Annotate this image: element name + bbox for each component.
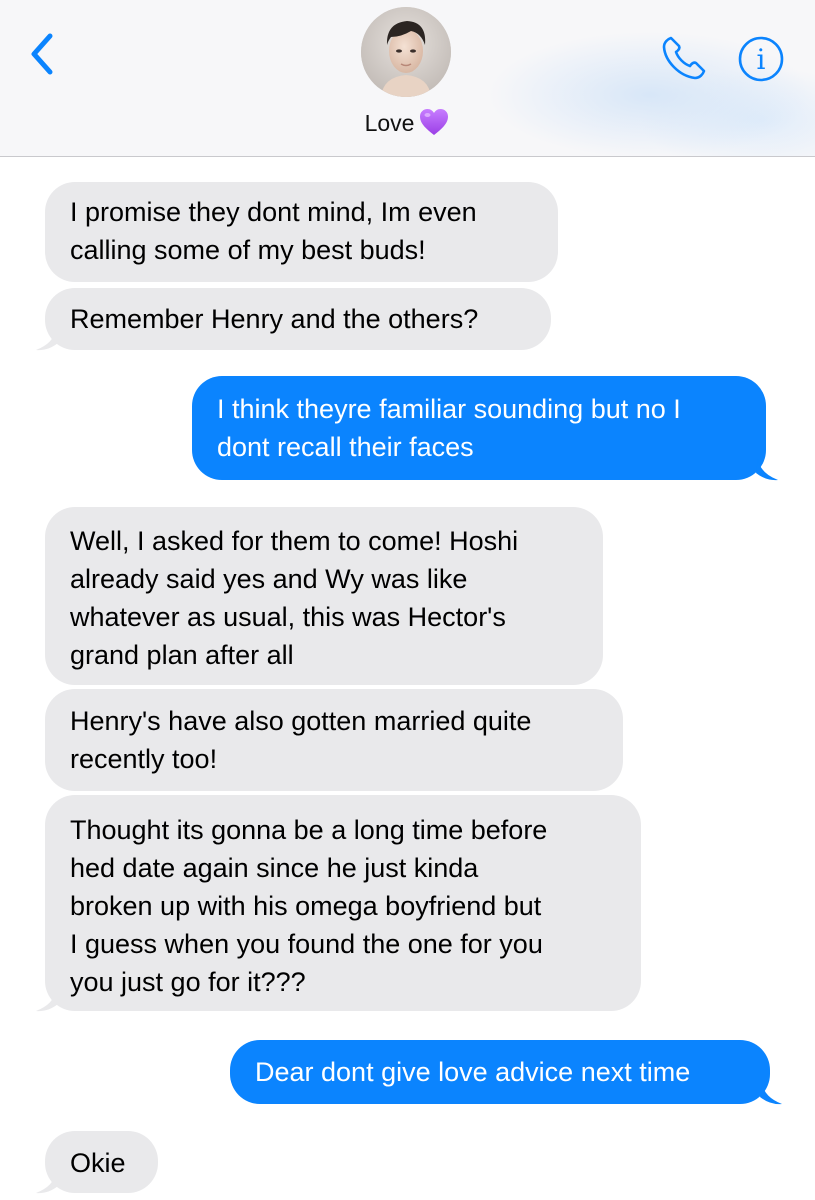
message-outgoing[interactable]: I think theyre familiar sounding but no …: [192, 376, 766, 480]
message-line: recently too!: [70, 744, 218, 774]
back-button[interactable]: [26, 30, 60, 78]
contact-avatar[interactable]: [361, 7, 451, 97]
message-incoming[interactable]: I promise they dont mind, Im even callin…: [45, 182, 558, 282]
bubble-tail: [756, 459, 778, 481]
message-incoming[interactable]: Remember Henry and the others?: [45, 288, 551, 350]
info-button[interactable]: i: [738, 36, 784, 82]
message-line: hed date again since he just kinda: [70, 853, 479, 883]
bubble-tail: [760, 1083, 782, 1105]
message-line: Thought its gonna be a long time before: [70, 815, 548, 845]
message-line: Dear dont give love advice next time: [255, 1057, 691, 1087]
message-line: you just go for it???: [70, 967, 306, 997]
bubble-tail: [36, 990, 58, 1012]
info-icon: i: [738, 36, 784, 82]
message-incoming[interactable]: Well, I asked for them to come! Hoshi al…: [45, 507, 603, 685]
bubble-tail: [36, 1172, 58, 1194]
message-line: Remember Henry and the others?: [70, 304, 479, 334]
message-incoming[interactable]: Okie: [45, 1131, 158, 1193]
message-line: dont recall their faces: [217, 432, 474, 462]
message-line: broken up with his omega boyfriend but: [70, 891, 542, 921]
purple-heart-icon: [420, 109, 449, 135]
message-line: grand plan after all: [70, 640, 294, 670]
svg-text:i: i: [757, 43, 766, 76]
message-incoming[interactable]: Henry's have also gotten married quite r…: [45, 689, 623, 791]
message-line: already said yes and Wy was like: [70, 564, 468, 594]
conversation-header: Love i: [0, 0, 815, 157]
message-line: I guess when you found the one for you: [70, 929, 543, 959]
messages-app: Love i I promise they dont mind, Im even…: [0, 0, 815, 1200]
message-incoming[interactable]: Thought its gonna be a long time before …: [45, 795, 641, 1011]
call-button[interactable]: [659, 33, 709, 83]
message-line: calling some of my best buds!: [70, 235, 426, 265]
bubble-tail: [36, 329, 58, 351]
chevron-left-icon: [31, 33, 53, 75]
message-line: I promise they dont mind, Im even: [70, 197, 477, 227]
contact-name[interactable]: Love: [0, 106, 815, 140]
contact-name-text: Love: [364, 110, 415, 136]
message-line: whatever as usual, this was Hector's: [70, 602, 506, 632]
message-line: I think theyre familiar sounding but no …: [217, 394, 681, 424]
message-line: Okie: [70, 1148, 126, 1178]
avatar-photo: [361, 7, 451, 97]
message-outgoing[interactable]: Dear dont give love advice next time: [230, 1040, 770, 1104]
message-line: Henry's have also gotten married quite: [70, 706, 532, 736]
phone-icon: [662, 36, 706, 80]
message-line: Well, I asked for them to come! Hoshi: [70, 526, 519, 556]
